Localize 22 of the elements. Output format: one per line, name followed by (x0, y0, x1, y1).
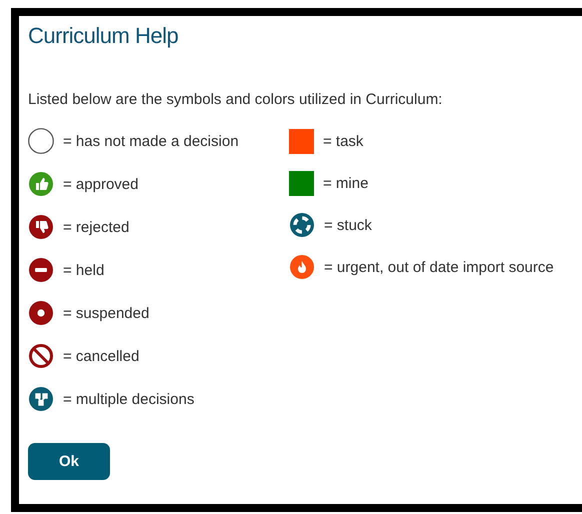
minus-circle-icon (28, 257, 54, 283)
legend-label: = held (63, 262, 104, 278)
intro-text: Listed below are the symbols and colors utilized in Curriculum: (28, 91, 444, 108)
lifebuoy-icon (289, 212, 315, 238)
legend-label: = multiple decisions (63, 390, 194, 408)
flame-icon (289, 254, 315, 280)
legend-label: = cancelled (63, 348, 140, 364)
legend-label: = rejected (63, 218, 130, 236)
legend-label: = task (323, 132, 364, 150)
legend-label: = suspended (63, 304, 150, 322)
dot-circle-icon (28, 300, 54, 326)
legend-label: = mine (323, 174, 368, 192)
thumbs-up-icon (28, 171, 54, 197)
prohibited-icon (28, 343, 54, 369)
empty-circle-icon (28, 128, 54, 154)
thumbs-down-icon (28, 214, 54, 240)
legend-label: = urgent, out of date import source (324, 258, 554, 276)
ok-button[interactable]: Ok (28, 443, 110, 480)
legend-label: = has not made a decision (63, 132, 239, 150)
legend-label: = stuck (324, 216, 372, 234)
dialog-title: Curriculum Help (28, 23, 180, 49)
legend-label: = approved (63, 176, 138, 192)
